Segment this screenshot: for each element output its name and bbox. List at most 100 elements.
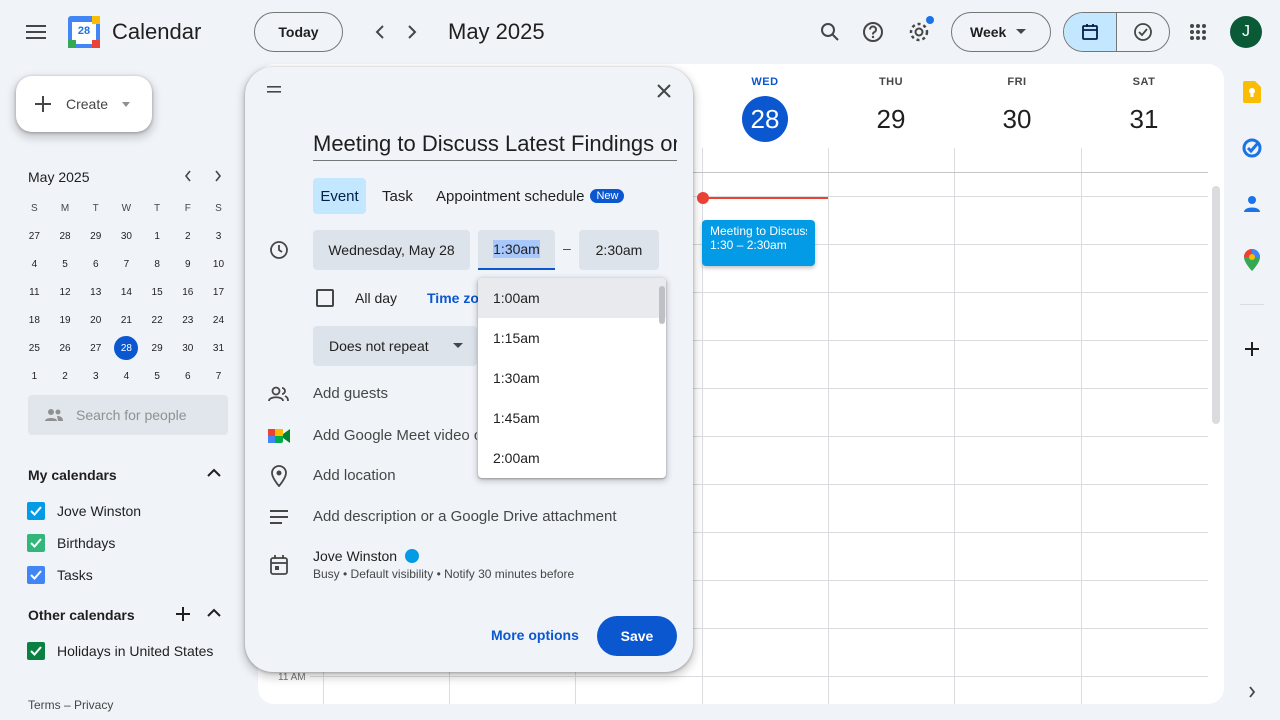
week-view-scrollbar[interactable]: [1212, 186, 1220, 424]
event-title-input[interactable]: [313, 127, 677, 161]
end-time-field[interactable]: 2:30am: [579, 230, 659, 270]
mini-calendar-day[interactable]: 6: [172, 362, 203, 390]
calendar-list-item[interactable]: Birthdays: [27, 534, 115, 552]
add-google-meet-button[interactable]: Add Google Meet video conferencing: [313, 427, 477, 444]
dialog-drag-handle[interactable]: [267, 86, 283, 96]
mini-calendar-day[interactable]: 25: [19, 334, 50, 362]
mini-calendar-day[interactable]: 11: [19, 278, 50, 306]
calendar-list-item[interactable]: Holidays in United States: [27, 642, 213, 660]
contacts-app-button[interactable]: [1240, 192, 1264, 216]
mini-calendar-day[interactable]: 30: [111, 222, 142, 250]
calendar-checkbox[interactable]: [27, 534, 45, 552]
mini-calendar-day[interactable]: 5: [142, 362, 173, 390]
event-chip[interactable]: Meeting to Discuss 1:30 – 2:30am: [702, 220, 815, 266]
keep-app-button[interactable]: [1240, 80, 1264, 104]
mini-calendar-day[interactable]: 10: [203, 250, 234, 278]
mini-calendar-day[interactable]: 9: [172, 250, 203, 278]
tab-event[interactable]: Event: [313, 178, 366, 214]
create-button[interactable]: Create: [16, 76, 152, 132]
mini-calendar-day[interactable]: 29: [80, 222, 111, 250]
google-apps-button[interactable]: [1180, 14, 1216, 50]
more-options-button[interactable]: More options: [491, 627, 579, 643]
add-other-calendar-button[interactable]: [175, 606, 191, 622]
view-selector[interactable]: Week: [951, 12, 1051, 52]
time-option[interactable]: 1:15am: [478, 318, 666, 358]
tab-appointment-schedule[interactable]: Appointment schedule New: [436, 178, 625, 214]
people-search-field[interactable]: Search for people: [28, 395, 228, 435]
mini-calendar-day[interactable]: 13: [80, 278, 111, 306]
mini-calendar-day[interactable]: 29: [142, 334, 173, 362]
day-header[interactable]: FRI 30: [954, 76, 1080, 142]
get-addons-button[interactable]: [1240, 337, 1264, 361]
mini-calendar-day[interactable]: 1: [19, 362, 50, 390]
calendar-view-toggle[interactable]: [1064, 13, 1117, 51]
repeat-dropdown[interactable]: Does not repeat: [313, 326, 477, 366]
mini-calendar-day[interactable]: 31: [203, 334, 234, 362]
mini-calendar-day[interactable]: 6: [80, 250, 111, 278]
other-calendars-title[interactable]: Other calendars: [28, 607, 135, 623]
mini-calendar-day[interactable]: 26: [50, 334, 81, 362]
mini-calendar-day[interactable]: 1: [142, 222, 173, 250]
mini-calendar-day[interactable]: 12: [50, 278, 81, 306]
help-button[interactable]: [855, 14, 891, 50]
calendar-checkbox[interactable]: [27, 642, 45, 660]
event-owner[interactable]: Jove Winston: [313, 548, 420, 564]
mini-calendar-day[interactable]: 22: [142, 306, 173, 334]
save-button[interactable]: Save: [597, 616, 677, 656]
mini-calendar-day[interactable]: 7: [111, 250, 142, 278]
mini-calendar-day[interactable]: 7: [203, 362, 234, 390]
dropdown-scrollbar[interactable]: [659, 286, 665, 324]
mini-calendar-day[interactable]: 14: [111, 278, 142, 306]
search-button[interactable]: [812, 14, 848, 50]
calendar-list-item[interactable]: Jove Winston: [27, 502, 141, 520]
mini-calendar-day[interactable]: 27: [19, 222, 50, 250]
calendar-checkbox[interactable]: [27, 502, 45, 520]
next-week-button[interactable]: [398, 18, 426, 46]
calendar-checkbox[interactable]: [27, 566, 45, 584]
mini-calendar-day[interactable]: 16: [172, 278, 203, 306]
mini-calendar-day[interactable]: 5: [50, 250, 81, 278]
tab-task[interactable]: Task: [382, 178, 413, 214]
mini-calendar-day[interactable]: 19: [50, 306, 81, 334]
side-panel-toggle[interactable]: [1240, 680, 1264, 704]
mini-calendar-day[interactable]: 8: [142, 250, 173, 278]
event-date-button[interactable]: Wednesday, May 28: [313, 230, 470, 270]
mini-calendar-day[interactable]: 24: [203, 306, 234, 334]
add-location-button[interactable]: Add location: [313, 467, 396, 484]
mini-calendar-next-button[interactable]: [208, 166, 228, 186]
terms-privacy-links[interactable]: Terms – Privacy: [28, 698, 113, 712]
add-description-button[interactable]: Add description or a Google Drive attach…: [313, 508, 617, 525]
previous-week-button[interactable]: [366, 18, 394, 46]
calendar-list-item[interactable]: Tasks: [27, 566, 93, 584]
time-option[interactable]: 1:30am: [478, 358, 666, 398]
day-header[interactable]: WED 28: [702, 76, 828, 142]
mini-calendar-day[interactable]: 18: [19, 306, 50, 334]
tasks-app-button[interactable]: [1240, 136, 1264, 160]
mini-calendar-day[interactable]: 4: [111, 362, 142, 390]
account-avatar[interactable]: J: [1230, 16, 1262, 48]
add-guests-button[interactable]: Add guests: [313, 385, 388, 402]
mini-calendar-prev-button[interactable]: [178, 166, 198, 186]
calendar-logo[interactable]: 28: [68, 16, 100, 48]
tasks-view-toggle[interactable]: [1117, 13, 1169, 51]
mini-calendar-day[interactable]: 30: [172, 334, 203, 362]
mini-calendar-day[interactable]: 21: [111, 306, 142, 334]
time-option[interactable]: 2:00am: [478, 438, 666, 478]
other-calendars-collapse-button[interactable]: [207, 608, 221, 617]
mini-calendar-day[interactable]: 27: [80, 334, 111, 362]
day-header[interactable]: SAT 31: [1081, 76, 1207, 142]
mini-calendar-day[interactable]: 15: [142, 278, 173, 306]
mini-calendar-day[interactable]: 2: [50, 362, 81, 390]
mini-calendar-day[interactable]: 28: [50, 222, 81, 250]
start-time-field[interactable]: 1:30am: [478, 230, 555, 270]
mini-calendar-day[interactable]: 17: [203, 278, 234, 306]
mini-calendar-day[interactable]: 4: [19, 250, 50, 278]
my-calendars-title[interactable]: My calendars: [28, 467, 117, 483]
day-header[interactable]: THU 29: [828, 76, 954, 142]
maps-app-button[interactable]: [1240, 248, 1264, 272]
my-calendars-collapse-button[interactable]: [207, 468, 221, 477]
close-dialog-button[interactable]: [652, 79, 676, 103]
time-option[interactable]: 1:00am: [478, 278, 666, 318]
mini-calendar-day[interactable]: 2: [172, 222, 203, 250]
mini-calendar-day[interactable]: 28: [111, 334, 142, 362]
